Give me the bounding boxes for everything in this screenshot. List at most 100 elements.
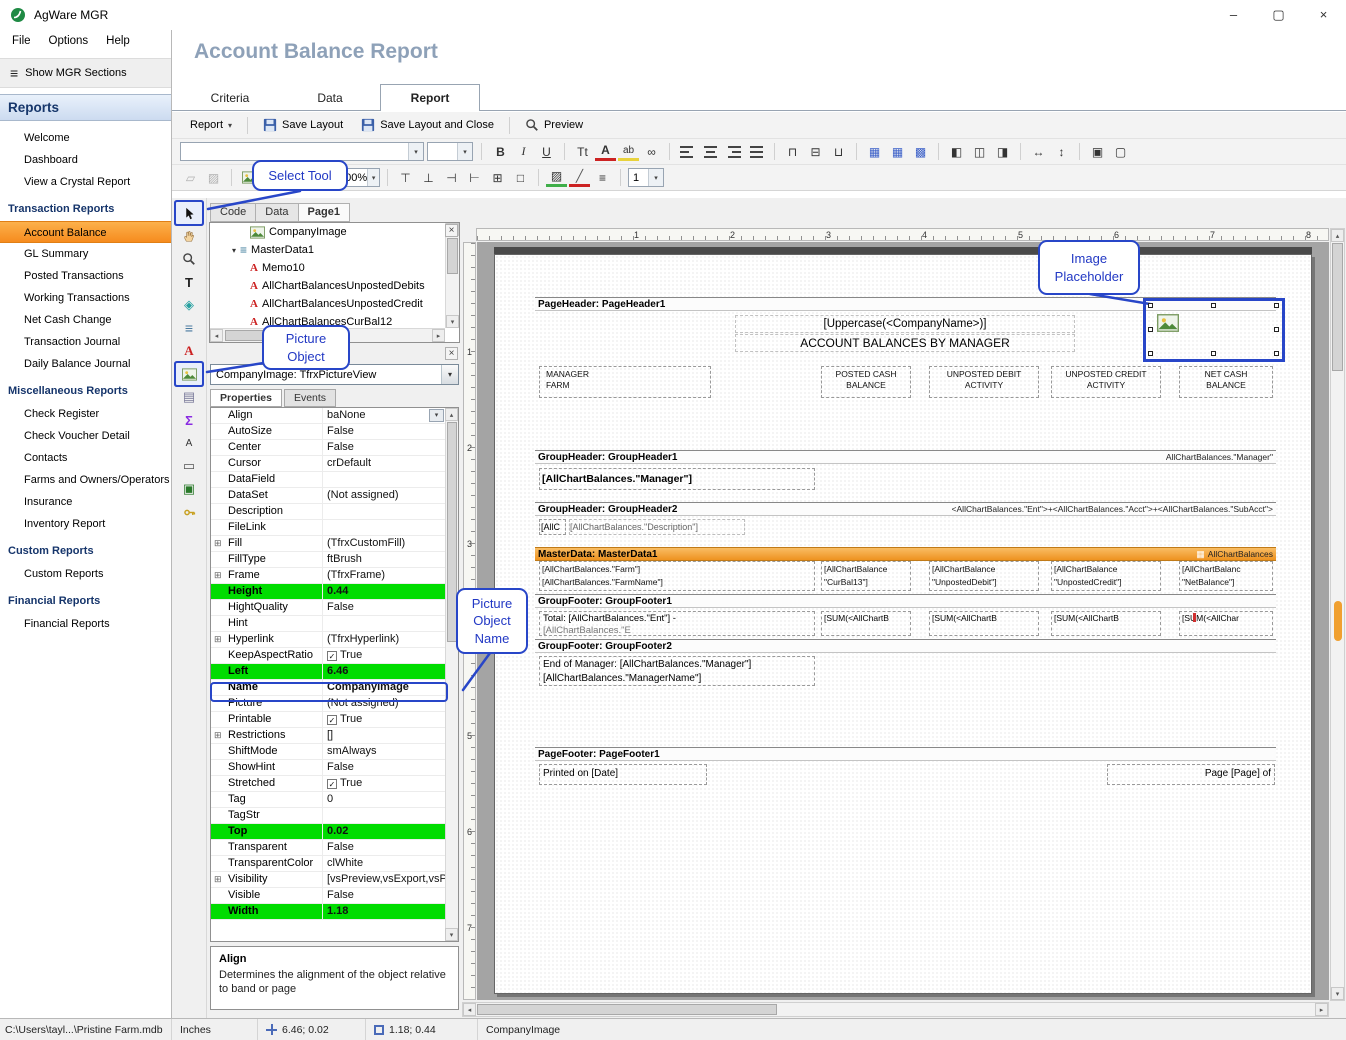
align-center-icon[interactable]	[700, 142, 721, 162]
valign-top-icon[interactable]: ⊓	[782, 142, 803, 162]
sidebar-item-account-balance[interactable]: Account Balance	[0, 221, 171, 243]
reports-panel-header[interactable]: Reports	[0, 94, 171, 121]
page-number-memo[interactable]: Page [Page] of	[1107, 764, 1275, 785]
property-row-center[interactable]: CenterFalse	[211, 440, 445, 456]
company-name-memo[interactable]: [Uppercase(<CompanyName>)]	[735, 315, 1075, 333]
band-groupheader1[interactable]: GroupHeader: GroupHeader1 AllChartBalanc…	[535, 450, 1276, 464]
property-row-transparentcolor[interactable]: TransparentColorclWhite	[211, 856, 445, 872]
same-height-icon[interactable]: ↕	[1051, 142, 1072, 162]
scroll-left-icon[interactable]: ◂	[210, 329, 223, 342]
sidebar-item-check-voucher-detail[interactable]: Check Voucher Detail	[0, 425, 171, 447]
sidebar-item-welcome[interactable]: Welcome	[0, 127, 171, 149]
band-groupfooter1[interactable]: GroupFooter: GroupFooter1	[535, 594, 1276, 608]
sidebar-item-dashboard[interactable]: Dashboard	[0, 149, 171, 171]
band-groupfooter2[interactable]: GroupFooter: GroupFooter2	[535, 639, 1276, 653]
align-left-icon[interactable]	[677, 142, 698, 162]
checkbox-icon[interactable]: ✓	[327, 715, 337, 725]
sidebar-item-inventory-report[interactable]: Inventory Report	[0, 513, 171, 535]
sidebar-item-daily-balance-journal[interactable]: Daily Balance Journal	[0, 353, 171, 375]
tree-vertical-scrollbar[interactable]: ▴ ▾	[445, 223, 459, 328]
masterdata-cell[interactable]: [AllChartBalance"UnpostedDebit"]	[929, 561, 1039, 591]
column-header-cell[interactable]: UNPOSTED CREDITACTIVITY	[1051, 366, 1161, 398]
property-row-hyperlink[interactable]: ⊞Hyperlink(TfrxHyperlink)	[211, 632, 445, 648]
property-row-shiftmode[interactable]: ShiftModesmAlways	[211, 744, 445, 760]
report-title-memo[interactable]: ACCOUNT BALANCES BY MANAGER	[735, 334, 1075, 352]
zoom-tool[interactable]	[176, 248, 202, 270]
bring-to-front-icon[interactable]: ▣	[1087, 142, 1108, 162]
align-rights-icon[interactable]: ◨	[992, 142, 1013, 162]
tab-data[interactable]: Data	[280, 84, 380, 111]
property-row-width[interactable]: Width1.18	[211, 904, 445, 920]
font-color-icon[interactable]: A	[595, 143, 616, 161]
property-row-description[interactable]: Description	[211, 504, 445, 520]
property-row-tagstr[interactable]: TagStr	[211, 808, 445, 824]
property-row-visible[interactable]: VisibleFalse	[211, 888, 445, 904]
property-row-dataset[interactable]: DataSet(Not assigned)	[211, 488, 445, 504]
properties-scrollbar[interactable]: ▴ ▾	[445, 408, 458, 941]
font-style-icon[interactable]: Tt	[572, 142, 593, 162]
property-row-stretched[interactable]: Stretched✓True	[211, 776, 445, 792]
save-layout-close-button[interactable]: Save Layout and Close	[353, 115, 502, 135]
tree-item-allchartbalancesunpostedcredit[interactable]: AAllChartBalancesUnpostedCredit	[210, 295, 445, 313]
edit-object-icon[interactable]: ▨	[203, 168, 224, 188]
expand-icon[interactable]: ⊞	[214, 571, 222, 580]
tree-item-allchartbalancesunposteddebits[interactable]: AAllChartBalancesUnpostedDebits	[210, 277, 445, 295]
property-row-height[interactable]: Height0.44	[211, 584, 445, 600]
scrollbar-thumb[interactable]	[477, 1004, 777, 1015]
frame-none-icon[interactable]: □	[510, 168, 531, 188]
align-right-icon[interactable]	[723, 142, 744, 162]
property-row-tag[interactable]: Tag0	[211, 792, 445, 808]
inspector-tab-properties[interactable]: Properties	[210, 389, 282, 407]
property-row-hightquality[interactable]: HightQualityFalse	[211, 600, 445, 616]
column-header-cell[interactable]: UNPOSTED DEBITACTIVITY	[929, 366, 1039, 398]
property-row-frame[interactable]: ⊞Frame(TfrxFrame)	[211, 568, 445, 584]
sidebar-item-gl-summary[interactable]: GL Summary	[0, 243, 171, 265]
fit-to-grid-icon[interactable]: ▩	[910, 142, 931, 162]
frame-right-icon[interactable]: ⊢	[464, 168, 485, 188]
text-tool[interactable]: T	[176, 271, 202, 293]
tree-item-companyimage[interactable]: CompanyImage	[210, 223, 445, 241]
align-justify-icon[interactable]	[746, 142, 767, 162]
tree-item-masterdata1[interactable]: ▾≡MasterData1	[210, 241, 445, 259]
doc-tab-data[interactable]: Data	[255, 203, 297, 222]
sidebar-item-net-cash-change[interactable]: Net Cash Change	[0, 309, 171, 331]
bold-icon[interactable]: B	[490, 142, 511, 162]
subreport-tool[interactable]: ▤	[176, 386, 202, 408]
select-tool[interactable]	[176, 202, 202, 224]
show-grid-icon[interactable]: ▦	[864, 142, 885, 162]
menu-help[interactable]: Help	[106, 35, 130, 54]
band-pagefooter[interactable]: PageFooter: PageFooter1	[535, 747, 1276, 761]
hand-tool[interactable]	[176, 225, 202, 247]
printed-on-memo[interactable]: Printed on [Date]	[539, 764, 707, 785]
key-tool[interactable]	[176, 501, 202, 523]
groupheader1-memo[interactable]: [AllChartBalances."Manager"]	[539, 468, 815, 490]
inspector-close-icon[interactable]: ×	[445, 347, 458, 360]
tree-close-icon[interactable]: ×	[445, 224, 458, 237]
close-button[interactable]: ×	[1301, 0, 1346, 29]
doc-tab-page1[interactable]: Page1	[298, 203, 350, 222]
scrollbar-thumb[interactable]	[1332, 243, 1343, 371]
inspector-tab-events[interactable]: Events	[284, 389, 336, 407]
sidebar-item-custom-reports[interactable]: Custom Reports	[0, 563, 171, 585]
masterdata-cell[interactable]: [AllChartBalance"CurBal13"]	[821, 561, 911, 591]
styled-text-tool[interactable]: A	[176, 432, 202, 454]
scroll-up-icon[interactable]: ▴	[445, 408, 458, 421]
new-object-icon[interactable]: ▱	[180, 168, 201, 188]
menu-file[interactable]: File	[12, 35, 31, 54]
valign-bottom-icon[interactable]: ⊔	[828, 142, 849, 162]
same-width-icon[interactable]: ↔	[1028, 142, 1049, 162]
line-color-icon[interactable]: ╱	[569, 169, 590, 187]
band-masterdata[interactable]: MasterData: MasterData1 ▦ AllChartBalanc…	[535, 547, 1276, 561]
minimize-button[interactable]: –	[1211, 0, 1256, 29]
align-lefts-icon[interactable]: ◧	[946, 142, 967, 162]
align-to-grid-icon[interactable]: ▦	[887, 142, 908, 162]
groupfooter2-memo[interactable]: End of Manager: [AllChartBalances."Manag…	[539, 656, 815, 686]
sidebar-item-view-a-crystal-report[interactable]: View a Crystal Report	[0, 171, 171, 193]
maximize-button[interactable]: ▢	[1256, 0, 1301, 29]
scroll-right-icon[interactable]: ▸	[1315, 1003, 1328, 1016]
tab-report[interactable]: Report	[380, 84, 480, 111]
property-row-left[interactable]: Left6.46	[211, 664, 445, 680]
checkbox-icon[interactable]: ✓	[327, 779, 337, 789]
frame-left-icon[interactable]: ⊣	[441, 168, 462, 188]
property-row-datafield[interactable]: DataField	[211, 472, 445, 488]
